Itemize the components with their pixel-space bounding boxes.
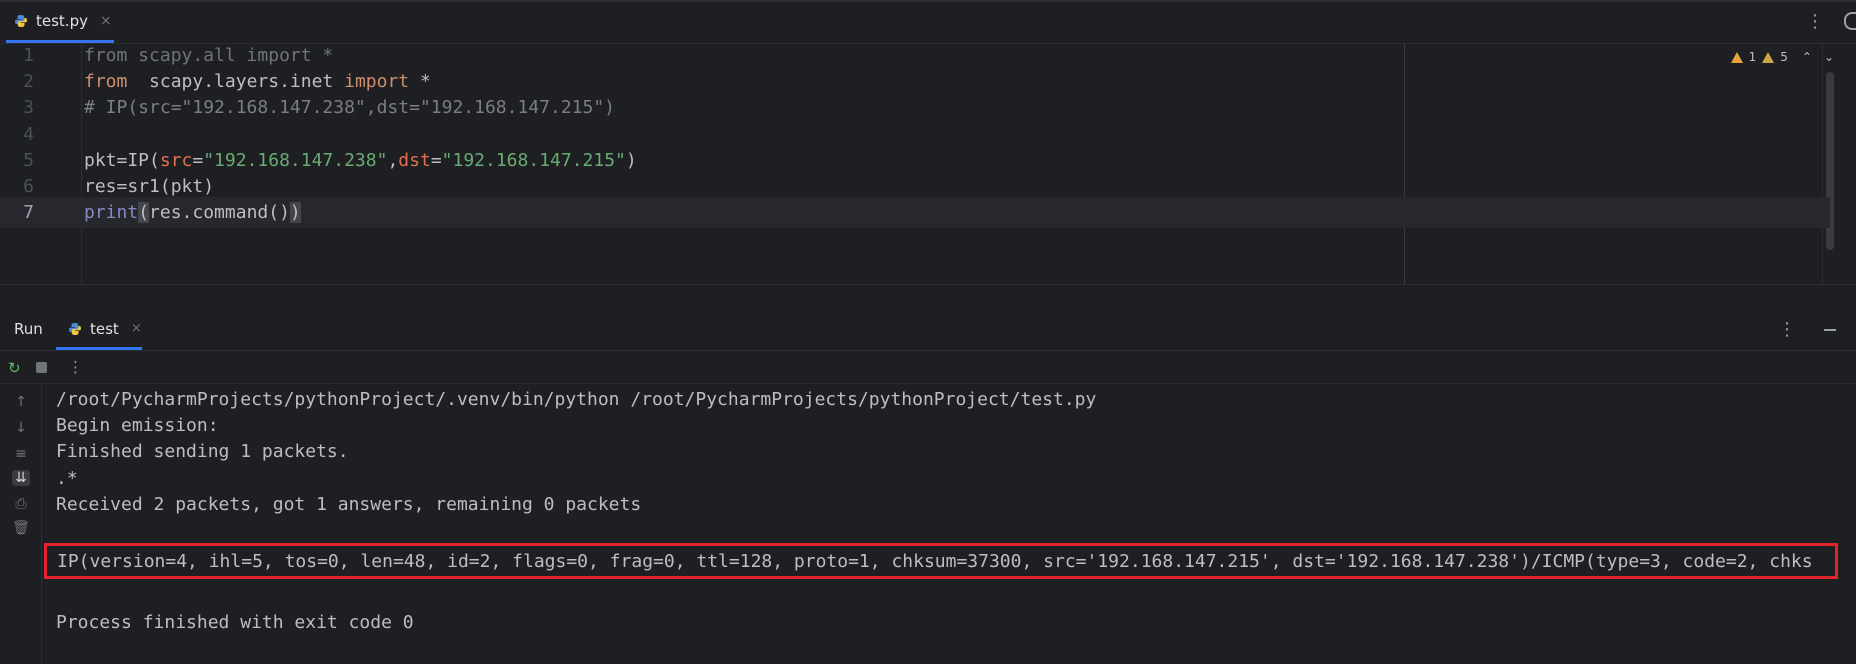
exit-message: Process finished with exit code 0 — [56, 612, 414, 633]
notifications-icon[interactable] — [1844, 12, 1856, 30]
tab-test-py[interactable]: test.py × — [6, 2, 114, 43]
code-line[interactable]: 7 print(res.command()) — [0, 197, 1830, 229]
down-stack-frame-icon[interactable]: ↓ — [12, 420, 30, 436]
editor-tab-bar: test.py × ⋮ — [0, 0, 1856, 44]
clear-all-icon[interactable]: 🗑 — [12, 520, 30, 536]
tab-run-test[interactable]: test × — [56, 310, 142, 350]
run-options-icon[interactable]: ⋮ — [1778, 321, 1796, 339]
console-side-toolbar: ↑ ↓ ≡ ⇊ ⎙ 🗑 — [0, 384, 42, 664]
run-toolbar: ↻ ⋮ — [0, 350, 1856, 384]
scroll-to-end-icon[interactable]: ⇊ — [12, 470, 30, 486]
soft-wrap-icon[interactable]: ≡ — [12, 446, 30, 462]
close-run-tab-icon[interactable]: × — [131, 321, 142, 336]
highlighted-output-box: IP(version=4, ihl=5, tos=0, len=48, id=2… — [44, 543, 1838, 579]
highlighted-output-line: IP(version=4, ihl=5, tos=0, len=48, id=2… — [57, 551, 1813, 572]
console-line: Received 2 packets, got 1 answers, remai… — [56, 493, 642, 515]
console-output[interactable]: /root/PycharmProjects/pythonProject/.ven… — [42, 384, 1856, 664]
rerun-icon[interactable]: ↻ — [8, 359, 21, 377]
code-editor[interactable]: 1 5 ⌃ ⌄ 1 from scapy.all import * 2 from sc… — [0, 44, 1856, 284]
tab-label: test.py — [36, 12, 88, 30]
more-options-icon[interactable]: ⋮ — [1806, 13, 1824, 31]
line-number: 7 — [23, 202, 34, 224]
toolbar-more-icon[interactable]: ⋮ — [68, 358, 83, 376]
python-run-icon — [69, 322, 81, 335]
python-file-icon — [15, 15, 27, 27]
run-panel-header: Run test × ⋮ — [0, 310, 1856, 350]
stop-icon[interactable] — [36, 362, 47, 373]
close-tab-icon[interactable]: × — [100, 13, 112, 29]
run-panel-title: Run — [14, 320, 43, 338]
minimize-icon[interactable] — [1824, 329, 1836, 331]
panel-divider[interactable] — [0, 284, 1856, 310]
run-tab-label: test — [90, 319, 119, 338]
window-top-edge — [0, 0, 1856, 2]
console-line: Finished sending 1 packets. — [56, 441, 349, 463]
up-stack-frame-icon[interactable]: ↑ — [12, 394, 30, 410]
print-icon[interactable]: ⎙ — [12, 496, 30, 512]
code-text: print(res.command()) — [84, 202, 301, 224]
